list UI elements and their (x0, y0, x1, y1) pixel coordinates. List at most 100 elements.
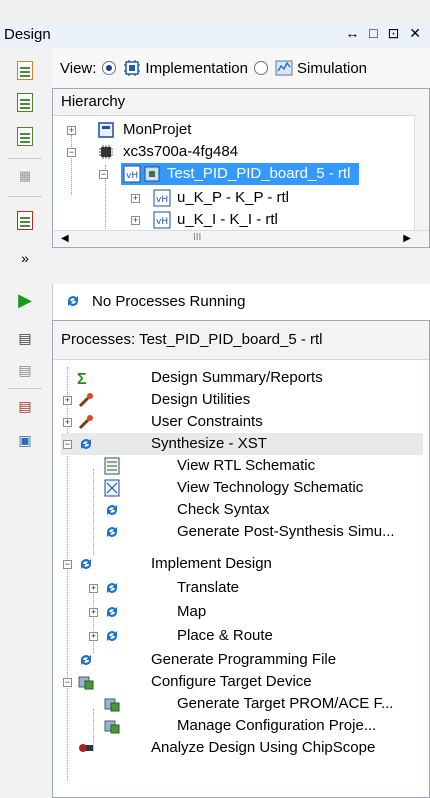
simulation-icon (274, 59, 294, 77)
process-configure-target-device[interactable]: − Configure Target Device (61, 671, 423, 693)
simulation-radio[interactable] (253, 61, 268, 75)
grid-icon[interactable]: ▦ (13, 164, 37, 188)
add-copy-source-icon[interactable] (13, 124, 37, 148)
process-label: Generate Programming File (151, 651, 337, 668)
chipscope-icon (77, 739, 95, 757)
process-user-constraints[interactable]: + User Constraints (61, 411, 423, 433)
refresh-icon (77, 435, 95, 453)
schematic-icon (103, 479, 121, 497)
collapse-minus-icon[interactable]: − (63, 440, 72, 449)
process-label: Design Summary/Reports (151, 369, 323, 386)
toolbar-separator (8, 158, 42, 159)
process-label: View Technology Schematic (177, 479, 364, 496)
expand-plus-icon[interactable]: + (63, 396, 72, 405)
expand-plus-icon[interactable]: + (131, 216, 140, 225)
processes-panel: Processes: Test_PID_PID_board_5 - rtl Σ … (52, 320, 430, 798)
process-view-tech-schematic[interactable]: View Technology Schematic (61, 477, 423, 499)
scroll-thumb-grip[interactable]: III (193, 232, 201, 243)
hierarchy-label: u_K_P - K_P - rtl (177, 189, 290, 206)
new-source-icon[interactable] (13, 58, 37, 82)
processes-header: Processes: Test_PID_PID_board_5 - rtl (53, 321, 429, 360)
process-label: Check Syntax (177, 501, 270, 518)
process-status-text: No Processes Running (92, 293, 246, 310)
vhdl-module-icon: vH (153, 211, 171, 229)
panel-title: Design (4, 26, 51, 43)
collapse-minus-icon[interactable]: − (99, 170, 108, 179)
panel-splitter[interactable] (52, 248, 430, 284)
view-label: View: (60, 59, 97, 77)
vhdl-module-icon: vH (153, 189, 171, 207)
process-place-route[interactable]: + Place & Route (61, 625, 423, 647)
hierarchy-label: xc3s700a-4fg484 (123, 143, 239, 160)
simulation-label[interactable]: Simulation (297, 60, 367, 77)
svg-text:vH: vH (156, 195, 168, 205)
collapse-minus-icon[interactable]: − (67, 148, 76, 157)
add-source-icon[interactable] (13, 90, 37, 114)
hierarchy-label: u_K_I - K_I - rtl (177, 211, 278, 228)
expand-plus-icon[interactable]: + (89, 608, 98, 617)
toolbar-separator (8, 196, 42, 197)
sigma-icon: Σ (77, 371, 87, 388)
project-icon (97, 121, 115, 139)
process-manage-configuration[interactable]: Manage Configuration Proje... (61, 715, 423, 737)
expand-plus-icon[interactable]: + (89, 584, 98, 593)
process-label: Generate Target PROM/ACE F... (177, 695, 394, 712)
process-check-syntax[interactable]: Check Syntax (61, 499, 423, 521)
process-view-rtl-schematic[interactable]: View RTL Schematic (61, 455, 423, 477)
process-design-utilities[interactable]: + Design Utilities (61, 389, 423, 411)
tools-icon (77, 391, 95, 409)
process-translate[interactable]: + Translate (61, 577, 423, 599)
expand-plus-icon[interactable]: + (67, 126, 76, 135)
hierarchy-vertical-scrollbar[interactable] (414, 115, 429, 231)
process-label: User Constraints (151, 413, 263, 430)
process-label: Design Utilities (151, 391, 251, 408)
hierarchy-label: MonProjet (123, 121, 192, 138)
process-label: Implement Design (151, 555, 272, 572)
process-label: Map (177, 603, 207, 620)
process-synthesize[interactable]: − Synthesize - XST (61, 433, 423, 455)
implementation-label[interactable]: Implementation (145, 60, 248, 77)
svg-text:vH: vH (156, 217, 168, 227)
process-post-synthesis-sim[interactable]: Generate Post-Synthesis Simu... (61, 521, 423, 543)
process-implement-design[interactable]: − Implement Design (61, 553, 423, 575)
hierarchy-item-u-k-p[interactable]: + vH u_K_P - K_P - rtl (131, 187, 421, 209)
process-label: Translate (177, 579, 239, 596)
remove-source-icon[interactable] (13, 208, 37, 232)
view-bar: View: Implementation Simulation (52, 48, 430, 89)
process-map[interactable]: + Map (61, 601, 423, 623)
expand-plus-icon[interactable]: + (131, 194, 140, 203)
refresh-icon (103, 603, 121, 621)
process-label: Synthesize - XST (151, 435, 267, 452)
hierarchy-item-u-k-i[interactable]: + vH u_K_I - K_I - rtl (131, 209, 421, 231)
hierarchy-item-top-module[interactable]: − vH Test_PID_PID_board_5 - rtl (99, 163, 419, 185)
scroll-left-arrow-icon[interactable]: ◀ (61, 233, 69, 244)
process-design-summary[interactable]: Σ Design Summary/Reports (61, 367, 423, 389)
open-view-icon[interactable]: ▣ (13, 428, 37, 452)
rerun-icon[interactable]: ▤ (13, 326, 37, 350)
device-icon (103, 717, 121, 735)
refresh-icon (103, 579, 121, 597)
collapse-minus-icon[interactable]: − (63, 678, 72, 687)
panel-window-controls[interactable]: ↔ □ ⊡ ✕ (345, 25, 424, 42)
process-label: Place & Route (177, 627, 273, 644)
refresh-icon (64, 292, 82, 314)
more-chevron-icon[interactable]: » (13, 246, 37, 270)
top-strip (0, 0, 430, 23)
hierarchy-panel: Hierarchy + MonProjet − xc3s700a-4fg484 … (52, 88, 430, 248)
hierarchy-item-device[interactable]: − xc3s700a-4fg484 (65, 141, 425, 163)
process-label: Generate Post-Synthesis Simu... (177, 523, 395, 540)
collapse-minus-icon[interactable]: − (63, 560, 72, 569)
rerun-all-icon[interactable]: ▤ (13, 358, 37, 382)
refresh-icon (103, 501, 121, 519)
hierarchy-item-monprojet[interactable]: + MonProjet (65, 119, 425, 141)
process-generate-programming-file[interactable]: Generate Programming File (61, 649, 423, 671)
implementation-radio[interactable] (102, 61, 117, 75)
process-analyze-chipscope[interactable]: Analyze Design Using ChipScope (61, 737, 423, 759)
run-icon[interactable]: ▶ (13, 288, 37, 312)
scroll-right-arrow-icon[interactable]: ▶ (403, 233, 411, 244)
expand-plus-icon[interactable]: + (63, 418, 72, 427)
expand-plus-icon[interactable]: + (89, 632, 98, 641)
stop-icon[interactable]: ▤ (13, 394, 37, 418)
process-generate-target-prom[interactable]: Generate Target PROM/ACE F... (61, 693, 423, 715)
hierarchy-horizontal-scrollbar[interactable]: ◀ III ▶ (53, 230, 429, 247)
